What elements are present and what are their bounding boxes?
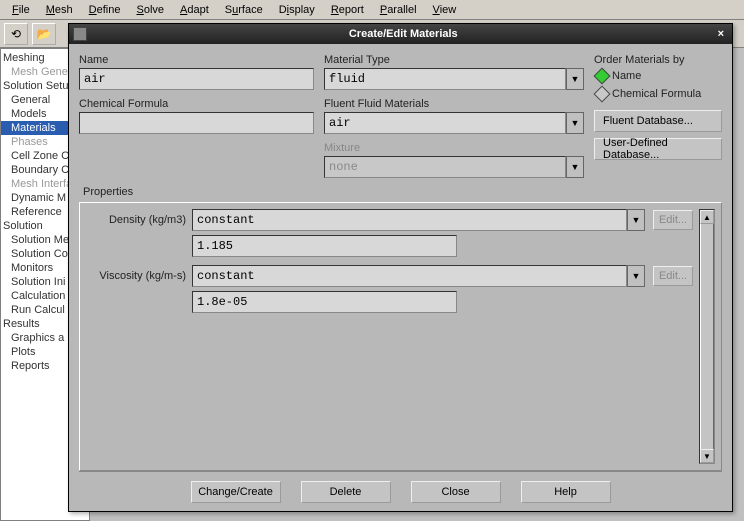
- menu-surface[interactable]: Surface: [217, 2, 271, 18]
- close-icon[interactable]: ×: [714, 28, 728, 40]
- fluent-select[interactable]: [324, 112, 566, 134]
- name-input[interactable]: [79, 68, 314, 90]
- delete-button[interactable]: Delete: [301, 481, 391, 503]
- density-edit-button[interactable]: Edit...: [653, 210, 693, 230]
- chem-input[interactable]: [79, 112, 314, 134]
- chevron-down-icon[interactable]: ▼: [566, 112, 584, 134]
- density-method-select[interactable]: [192, 209, 627, 231]
- scroll-thumb[interactable]: [700, 224, 714, 449]
- change-create-button[interactable]: Change/Create: [191, 481, 281, 503]
- dialog-title: Create/Edit Materials: [93, 28, 714, 40]
- viscosity-label: Viscosity (kg/m-s): [86, 270, 186, 282]
- density-label: Density (kg/m3): [86, 214, 186, 226]
- close-button[interactable]: Close: [411, 481, 501, 503]
- mattype-label: Material Type: [324, 54, 584, 66]
- dialog-icon: [73, 27, 87, 41]
- menu-define[interactable]: Define: [81, 2, 129, 18]
- menu-solve[interactable]: Solve: [128, 2, 172, 18]
- scroll-down-icon[interactable]: ▼: [700, 449, 714, 463]
- menu-report[interactable]: Report: [323, 2, 372, 18]
- chem-label: Chemical Formula: [79, 98, 314, 110]
- chevron-down-icon: ▼: [566, 156, 584, 178]
- mixture-select: [324, 156, 566, 178]
- order-label: Order Materials by: [594, 54, 722, 66]
- toolbar-button-1[interactable]: ⟲: [4, 23, 28, 45]
- name-label: Name: [79, 54, 314, 66]
- user-database-button[interactable]: User-Defined Database...: [594, 138, 722, 160]
- properties-scrollbar[interactable]: ▲ ▼: [699, 209, 715, 464]
- mixture-label: Mixture: [324, 142, 584, 154]
- order-radio-chem[interactable]: Chemical Formula: [596, 88, 722, 100]
- properties-panel: Density (kg/m3) ▼ Edit... Viscosity (kg/…: [79, 202, 722, 471]
- fluent-label: Fluent Fluid Materials: [324, 98, 584, 110]
- chevron-down-icon[interactable]: ▼: [566, 68, 584, 90]
- properties-label: Properties: [83, 186, 726, 198]
- radio-on-icon: [594, 68, 611, 85]
- help-button[interactable]: Help: [521, 481, 611, 503]
- order-radio-name[interactable]: Name: [596, 70, 722, 82]
- menu-file[interactable]: File: [4, 2, 38, 18]
- viscosity-method-select[interactable]: [192, 265, 627, 287]
- menubar: File Mesh Define Solve Adapt Surface Dis…: [0, 0, 744, 20]
- dialog-button-row: Change/Create Delete Close Help: [79, 471, 722, 511]
- menu-parallel[interactable]: Parallel: [372, 2, 425, 18]
- order-opt1-label: Name: [612, 70, 641, 82]
- toolbar-button-open[interactable]: 📂: [32, 23, 56, 45]
- menu-display[interactable]: Display: [271, 2, 323, 18]
- menu-adapt[interactable]: Adapt: [172, 2, 217, 18]
- order-opt2-label: Chemical Formula: [612, 88, 701, 100]
- viscosity-value-input[interactable]: [192, 291, 457, 313]
- viscosity-edit-button[interactable]: Edit...: [653, 266, 693, 286]
- scroll-up-icon[interactable]: ▲: [700, 210, 714, 224]
- radio-off-icon: [594, 86, 611, 103]
- materials-dialog: Create/Edit Materials × Name Chemical Fo…: [68, 23, 733, 512]
- dialog-titlebar[interactable]: Create/Edit Materials ×: [69, 24, 732, 44]
- chevron-down-icon[interactable]: ▼: [627, 209, 645, 231]
- menu-mesh[interactable]: Mesh: [38, 2, 81, 18]
- fluent-database-button[interactable]: Fluent Database...: [594, 110, 722, 132]
- density-value-input[interactable]: [192, 235, 457, 257]
- menu-view[interactable]: View: [425, 2, 465, 18]
- mattype-select[interactable]: [324, 68, 566, 90]
- chevron-down-icon[interactable]: ▼: [627, 265, 645, 287]
